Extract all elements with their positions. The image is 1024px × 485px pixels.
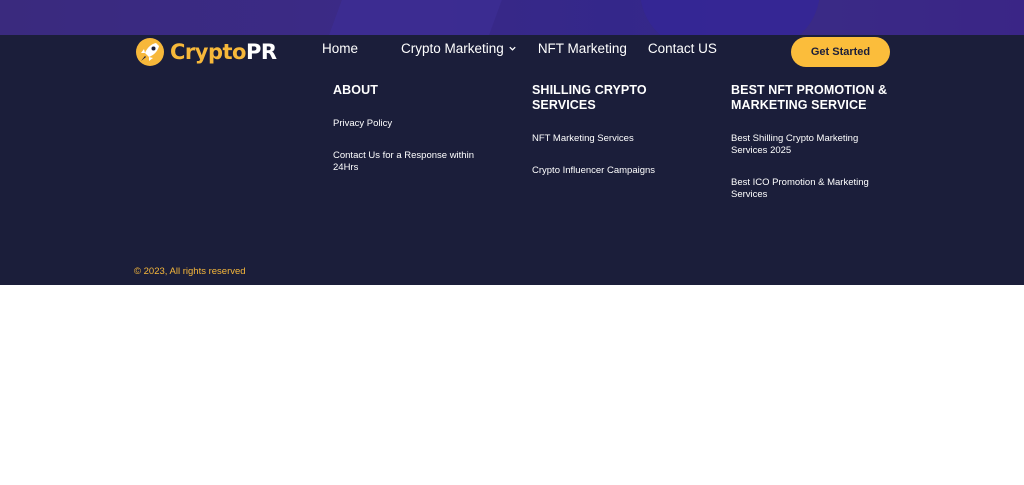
- column-title: SHILLING CRYPTO SERVICES: [532, 83, 647, 112]
- brand-name-secondary: PR: [245, 40, 277, 64]
- nav-item-contact-us[interactable]: Contact US: [648, 41, 717, 56]
- nft-marketing-services-link[interactable]: NFT Marketing Services: [532, 133, 682, 145]
- column-title: BEST NFT PROMOTION & MARKETING SERVICE: [731, 83, 888, 112]
- nav-item-label: Contact US: [647, 41, 717, 56]
- footer-column-about: ABOUT Privacy Policy Contact Us for a Re…: [333, 83, 513, 174]
- nav-item-label: Crypto Marketing: [401, 41, 504, 56]
- nav-item-home[interactable]: Home: [322, 41, 358, 56]
- brand-name-primary: Crypto: [170, 40, 246, 64]
- brand-name: CryptoPR: [170, 40, 277, 64]
- decorative-shape: [323, 0, 517, 35]
- rocket-icon: [136, 38, 164, 66]
- logo[interactable]: CryptoPR: [134, 35, 277, 69]
- get-started-button[interactable]: Get Started: [791, 37, 890, 67]
- column-title: ABOUT: [333, 83, 378, 97]
- nav-item-nft-marketing[interactable]: NFT Marketing: [538, 41, 627, 56]
- decorative-shape: [640, 0, 820, 35]
- site-footer: CryptoPR Home Crypto Marketing NFT Marke…: [0, 35, 1024, 285]
- footer-column-nft-promotion: BEST NFT PROMOTION & MARKETING SERVICE B…: [731, 83, 896, 201]
- best-shilling-services-link[interactable]: Best Shilling Crypto Marketing Services …: [731, 133, 881, 157]
- nav-item-label: NFT Marketing: [537, 41, 627, 56]
- privacy-policy-link[interactable]: Privacy Policy: [333, 118, 513, 130]
- hero-band-bottom: [0, 0, 1024, 35]
- crypto-influencer-campaigns-link[interactable]: Crypto Influencer Campaigns: [532, 165, 682, 177]
- main-nav: Home Crypto Marketing NFT Marketing Cont…: [322, 41, 738, 56]
- nav-item-label: Home: [322, 41, 359, 56]
- nav-item-crypto-marketing[interactable]: Crypto Marketing: [401, 41, 517, 56]
- best-ico-promotion-link[interactable]: Best ICO Promotion & Marketing Services: [731, 177, 891, 201]
- chevron-down-icon: [509, 46, 516, 51]
- contact-response-link[interactable]: Contact Us for a Response within 24Hrs: [333, 150, 498, 174]
- copyright-text: © 2023, All rights reserved: [134, 266, 246, 277]
- footer-column-shilling: SHILLING CRYPTO SERVICES NFT Marketing S…: [532, 83, 682, 177]
